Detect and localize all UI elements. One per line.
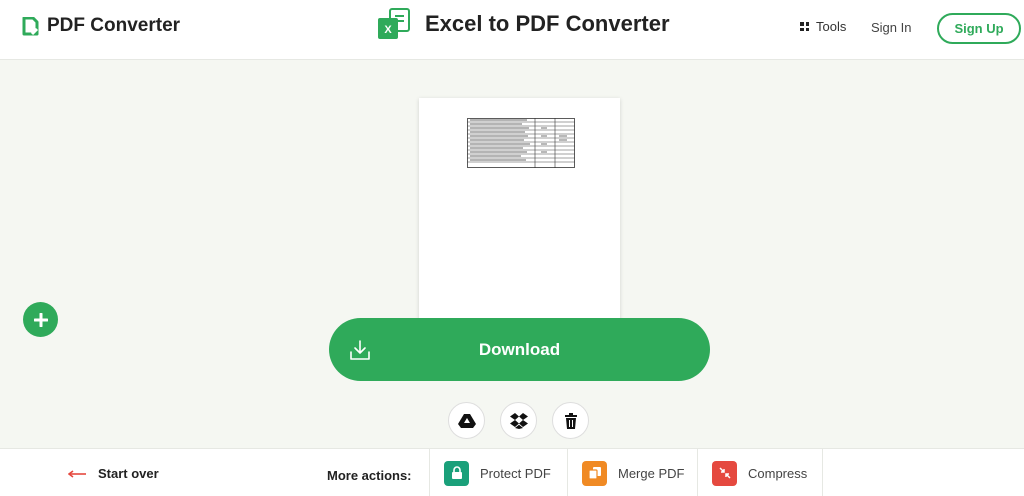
bottom-action-bar: Start over More actions: Protect PDF Mer…: [0, 448, 1024, 496]
page-title: Excel to PDF Converter: [425, 11, 670, 36]
tools-label: Tools: [816, 19, 847, 34]
more-actions-label: More actions:: [327, 468, 412, 483]
compress-icon: [712, 460, 737, 486]
tools-menu[interactable]: Tools: [800, 19, 846, 34]
save-to-google-drive-button[interactable]: [448, 402, 485, 439]
compress-label: Compress: [748, 465, 808, 481]
add-file-button[interactable]: [23, 302, 58, 337]
logo[interactable]: PDF Converter: [22, 14, 180, 38]
lock-icon: [444, 460, 469, 486]
delete-file-button[interactable]: [552, 402, 589, 439]
google-drive-icon: [457, 413, 476, 428]
download-button[interactable]: Download: [329, 318, 710, 381]
arrow-left-icon: [68, 469, 86, 478]
compress-button[interactable]: Compress: [697, 449, 823, 496]
grid-icon: [800, 22, 809, 31]
trash-icon: [564, 412, 577, 429]
merge-icon: [582, 460, 607, 486]
pdf-preview-thumbnail: [419, 98, 620, 338]
logo-text: PDF Converter: [47, 15, 181, 36]
top-header: PDF Converter X Excel to PDF Converter T…: [0, 0, 1024, 60]
merge-pdf-button[interactable]: Merge PDF: [567, 449, 697, 496]
save-to-dropbox-button[interactable]: [500, 402, 537, 439]
page-title-group: X Excel to PDF Converter: [377, 7, 670, 41]
download-label: Download: [478, 339, 561, 359]
plus-icon: [33, 312, 48, 327]
start-over-button[interactable]: Start over: [68, 466, 159, 481]
protect-pdf-button[interactable]: Protect PDF: [429, 449, 567, 496]
excel-file-icon: X: [377, 7, 411, 41]
merge-pdf-label: Merge PDF: [618, 465, 685, 481]
protect-pdf-label: Protect PDF: [480, 465, 551, 481]
sign-up-button[interactable]: Sign Up: [937, 13, 1021, 44]
start-over-label: Start over: [98, 466, 159, 481]
excel-icon-letter: X: [384, 24, 392, 36]
logo-icon: [22, 16, 39, 35]
sign-in-link[interactable]: Sign In: [871, 20, 911, 35]
download-icon: [350, 340, 370, 360]
spreadsheet-table-preview: [467, 118, 575, 168]
dropbox-icon: [509, 413, 528, 429]
